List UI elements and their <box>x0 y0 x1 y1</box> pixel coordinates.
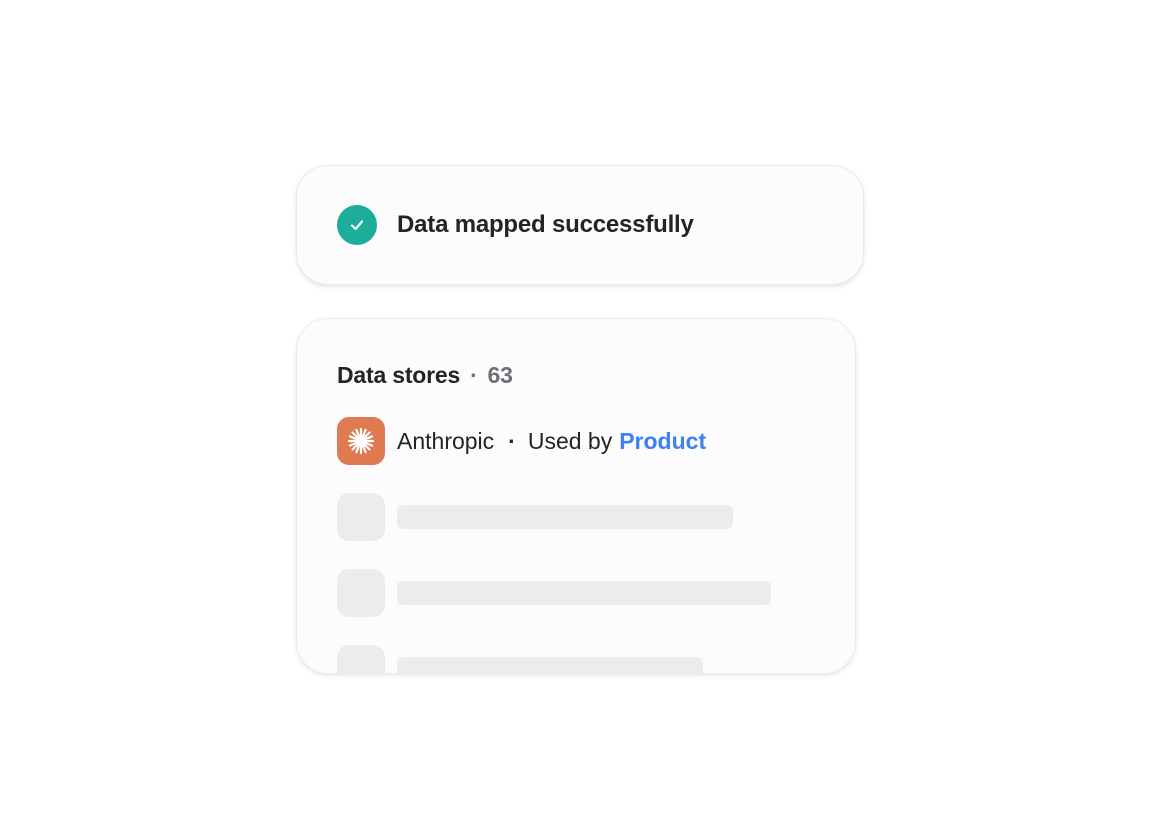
header-separator: · <box>470 361 478 388</box>
used-by-label: Used by <box>527 427 613 454</box>
stage: Data mapped successfully Data stores · 6… <box>0 0 1160 840</box>
placeholder-avatar <box>337 493 385 541</box>
placeholder-text-bar <box>397 505 733 529</box>
placeholder-text-bar <box>397 581 771 605</box>
check-circle-icon <box>337 205 377 245</box>
item-separator: · <box>508 427 516 454</box>
data-stores-title: Data stores <box>337 361 461 388</box>
placeholder-avatar <box>337 645 385 673</box>
data-stores-count: 63 <box>487 361 513 388</box>
data-stores-header: Data stores · 63 <box>337 359 513 391</box>
placeholder-avatar <box>337 569 385 617</box>
success-toast: Data mapped successfully <box>296 165 864 285</box>
anthropic-logo-icon <box>337 417 385 465</box>
toast-message: Data mapped successfully <box>397 211 694 238</box>
team-link-product[interactable]: Product <box>619 428 706 455</box>
data-stores-card: Data stores · 63 Anthropic · Used by Pro… <box>296 318 856 674</box>
data-store-name: Anthropic <box>397 427 495 454</box>
placeholder-text-bar <box>397 657 703 673</box>
data-store-item[interactable]: Anthropic · Used by Product <box>337 417 706 465</box>
